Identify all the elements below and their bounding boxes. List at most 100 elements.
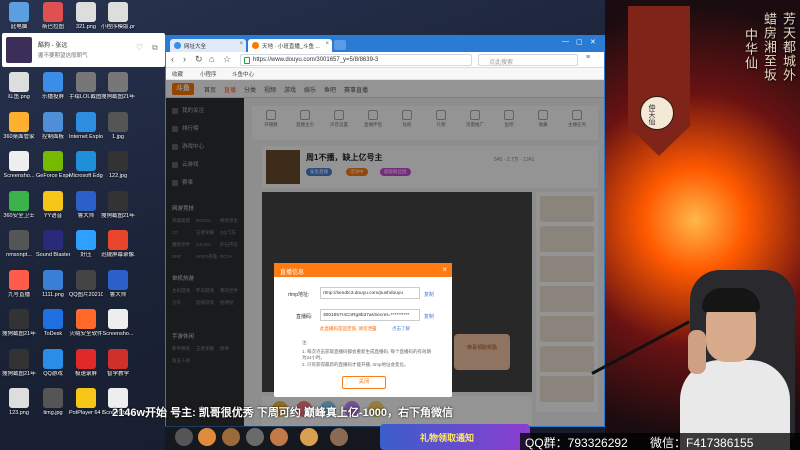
back-icon[interactable]: ‹ — [171, 54, 174, 64]
app-icon — [43, 2, 63, 22]
forward-icon[interactable]: › — [183, 54, 186, 64]
globe-icon — [174, 42, 181, 49]
copy-key-button[interactable]: 复制 — [424, 313, 434, 320]
desktop-icon[interactable]: QQ图片20210726... — [69, 269, 103, 299]
close-icon[interactable]: × — [239, 41, 243, 47]
desktop-icon[interactable]: GeForce Experience — [36, 151, 70, 180]
close-icon[interactable]: × — [442, 265, 447, 274]
lock-icon — [244, 57, 250, 64]
dialog-title: 直播信息 — [274, 263, 452, 277]
desktop-icon-label: 乐播投屏 — [41, 94, 64, 100]
app-icon — [76, 2, 96, 22]
app-icon — [43, 269, 63, 290]
desktop-icon-label: 鲁大师 — [77, 212, 95, 219]
app-icon — [9, 2, 29, 22]
desktop-icon-label: 360安全卫士 — [3, 212, 35, 219]
desktop-icon-label: QQ图片20210726... — [69, 291, 103, 298]
desktop-icon-label: 搜狗截图21年04月23... — [2, 370, 36, 377]
desktop-icon[interactable]: Screensho... — [101, 309, 135, 338]
close-button[interactable]: 关闭 — [342, 376, 386, 389]
home-icon[interactable]: ⌂ — [209, 54, 214, 64]
desktop-icon[interactable]: QQ游戏 — [36, 348, 70, 378]
desktop-icon[interactable]: 1.jpg — [101, 111, 135, 141]
search-input[interactable]: 点此搜索 — [478, 54, 578, 66]
address-bar[interactable]: https://www.douyu.com/3001657_y=5/8/8639… — [240, 54, 472, 66]
desktop-icon[interactable]: 122.jpg — [101, 151, 135, 180]
bookmark-miniapp[interactable]: 小程序 — [200, 70, 217, 78]
desktop-icon-label: 搜狗截图21年04月16... — [101, 212, 135, 219]
minimize-icon[interactable]: — — [562, 38, 569, 45]
desktop-icon-label: ToDesk — [43, 331, 63, 337]
bookmark-douyu-center[interactable]: 斗鱼中心 — [232, 70, 254, 78]
desktop-icon-label: Microsoft Edge — [69, 173, 103, 179]
desktop-icon[interactable]: 搜狗截图21年04月23... — [2, 348, 36, 378]
desktop-icon-label: Screensho... — [102, 331, 134, 337]
desktop-icon[interactable]: 此电脑 — [2, 2, 36, 31]
desktop-icon-label: 360桌面管家 — [3, 133, 35, 140]
tab-douyu[interactable]: 天地 · 小班直播_斗鱼 ... × — [248, 39, 332, 52]
desktop-icon-label: 321.png — [76, 24, 96, 30]
desktop-icon[interactable]: nmsonpt... — [2, 230, 36, 259]
app-icon — [76, 151, 96, 171]
copy-rtmp-button[interactable]: 复制 — [424, 291, 434, 298]
desktop-icon[interactable]: 控制面板 — [36, 111, 70, 141]
app-icon — [76, 111, 96, 132]
app-icon — [9, 190, 29, 211]
learn-more-link[interactable]: 点击了解 — [392, 326, 410, 332]
desktop-icon-label: 控制面板 — [41, 133, 64, 140]
new-tab-button[interactable] — [334, 40, 346, 50]
desktop-icon[interactable]: 智学教学 — [101, 348, 135, 378]
desktop-icon[interactable]: 鲁大师 — [69, 190, 103, 220]
desktop-icon[interactable]: timg.jpg — [36, 388, 70, 417]
close-icon[interactable]: × — [325, 41, 329, 47]
desktop-icon[interactable]: 红鱼.png — [2, 72, 36, 101]
desktop-icon[interactable]: Screensho... — [2, 151, 36, 180]
desktop-icon[interactable]: 搜狗截图21年04月16... — [2, 309, 36, 338]
heart-icon[interactable]: ♡ — [136, 43, 143, 52]
scrolling-ticker: 2146w开始 号主: 凯哥很优秀 下周可约 巅峰真上亿-1000，右下角微信 — [112, 407, 454, 419]
bookmark-favorites[interactable]: 收藏 — [172, 70, 183, 78]
desktop-icon[interactable]: 搜狗截图21年04月16... — [101, 72, 135, 101]
music-notification[interactable]: 酷狗 - 张远 握不要期望这般朝气 ♡ ⧉ — [2, 33, 165, 67]
desktop-icon[interactable]: YY语音 — [36, 190, 70, 220]
desktop-icon[interactable]: 好压 — [69, 230, 103, 259]
desktop-icon[interactable]: 迅捷屏幕录像工具 — [101, 230, 135, 259]
banner-flag — [628, 6, 690, 156]
tab-nav-portal[interactable]: 网址大全 × — [170, 39, 246, 52]
app-icon — [9, 309, 29, 329]
stream-key-field[interactable]: 3001657r4CnRg8b37asSecret=********** — [320, 309, 420, 321]
desktop-icon[interactable]: 九号直播 — [2, 269, 36, 299]
desktop-icon[interactable]: Microsoft Edge — [69, 151, 103, 180]
desktop-icon[interactable]: PotPlayer 64 bit — [69, 388, 103, 417]
app-icon — [9, 230, 29, 250]
desktop-icon[interactable]: 360安全卫士 — [2, 190, 36, 220]
desktop-icon[interactable]: Sound Blaster ... — [36, 230, 70, 259]
desktop-icon[interactable]: 乐播投屏 — [36, 72, 70, 101]
desktop-icon[interactable]: 搜狗截图21年04月16... — [101, 190, 135, 220]
rtmp-field[interactable]: rtmp://sendtc3.douyu.com/pushdouyu — [320, 287, 420, 299]
browser-window: 网址大全 × 天地 · 小班直播_斗鱼 ... × — ▢ ✕ ‹ › ↻ ⌂ … — [165, 35, 605, 427]
desktop-icon[interactable]: 360桌面管家 — [2, 111, 36, 141]
desktop-icon[interactable]: ToDesk — [36, 309, 70, 338]
desktop-icon[interactable]: 极速录屏 — [69, 348, 103, 378]
app-icon — [43, 230, 63, 250]
desktop-icon[interactable]: 手绘LOL截图.png — [69, 72, 103, 101]
desktop-icon[interactable]: Internet Explorer — [69, 111, 103, 141]
desktop-icon-label: 122.jpg — [108, 173, 128, 179]
desktop-icon-label: 九号直播 — [7, 291, 30, 298]
desktop-icon[interactable]: 鲁大师 — [101, 269, 135, 299]
desktop-icon-label: 1111.png — [42, 291, 64, 298]
desktop-icon[interactable]: 1111.png — [36, 269, 70, 299]
refresh-icon[interactable]: ↻ — [195, 54, 203, 65]
desktop-icon[interactable]: 321.png — [69, 2, 103, 31]
desktop-icon[interactable]: 斯巴拉图 — [36, 2, 70, 31]
close-window-icon[interactable]: ✕ — [590, 38, 596, 46]
menu-icon[interactable]: ≡ — [586, 54, 590, 61]
star-icon[interactable]: ☆ — [223, 54, 231, 65]
desktop-icon[interactable]: 火绒安全软件 — [69, 309, 103, 338]
desktop-icon[interactable]: 小程序模版.png — [101, 2, 135, 31]
share-icon[interactable]: ⧉ — [152, 43, 158, 53]
maximize-icon[interactable]: ▢ — [576, 38, 583, 46]
app-icon — [9, 348, 29, 369]
desktop-icon[interactable]: 123.png — [2, 388, 36, 417]
